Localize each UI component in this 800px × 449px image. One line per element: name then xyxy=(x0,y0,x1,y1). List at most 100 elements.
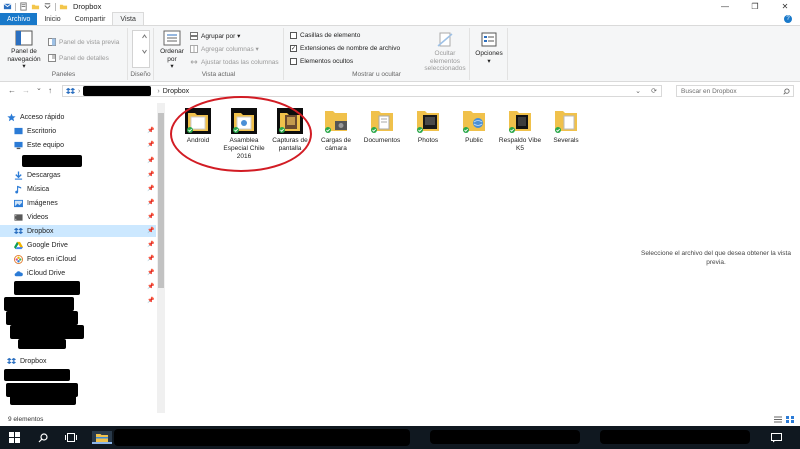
tab-vista[interactable]: Vista xyxy=(112,12,144,25)
preview-pane-button[interactable]: Panel de vista previa xyxy=(48,38,119,46)
sidebar-item-acceso-rapido[interactable]: Acceso rápido xyxy=(7,111,64,123)
folder-label: Respaldo Vibe K5 xyxy=(498,137,542,152)
add-columns-button[interactable]: Agregar columnas ▾ xyxy=(190,45,259,53)
extensions-toggle[interactable]: ✓ Extensiones de nombre de archivo xyxy=(290,45,400,52)
sidebar-item-imagenes[interactable]: Imágenes xyxy=(14,197,58,209)
add-columns-label: Agregar columnas ▾ xyxy=(201,46,259,53)
folder-respaldo[interactable]: Respaldo Vibe K5 xyxy=(498,107,542,153)
sidebar-scrollbar[interactable] xyxy=(157,103,165,415)
redacted-item xyxy=(4,297,74,311)
details-pane-button[interactable]: Panel de detalles xyxy=(48,54,109,62)
forward-button[interactable]: → xyxy=(22,86,30,95)
address-segment-dropbox[interactable]: Dropbox xyxy=(163,88,189,95)
star-icon xyxy=(7,112,16,121)
large-icons-view-icon[interactable] xyxy=(786,416,794,423)
pin-icon[interactable]: 📌 xyxy=(147,255,154,262)
hide-selected-button[interactable]: Ocultar elementos seleccionados xyxy=(422,32,468,73)
sidebar-item-escritorio[interactable]: Escritorio xyxy=(14,125,56,137)
sidebar-item-fotos-icloud[interactable]: Fotos en iCloud xyxy=(14,253,76,265)
search-button[interactable] xyxy=(36,431,49,444)
folder-icon xyxy=(555,111,577,133)
pin-icon[interactable]: 📌 xyxy=(147,241,154,248)
extensions-checkbox[interactable]: ✓ xyxy=(290,45,297,52)
tab-archivo[interactable]: Archivo xyxy=(0,13,38,25)
sidebar-item-google-drive[interactable]: Google Drive xyxy=(14,239,68,251)
tab-inicio[interactable]: Inicio xyxy=(37,13,67,25)
group-label-mostrar: Mostrar u ocultar xyxy=(352,71,401,78)
recent-locations-button[interactable]: ⌄ xyxy=(36,84,42,92)
sidebar-item-label: Descargas xyxy=(27,171,61,179)
pin-icon[interactable]: 📌 xyxy=(147,127,154,134)
dropbox-icon xyxy=(66,87,75,94)
folder-icon xyxy=(371,111,393,133)
pin-icon[interactable]: 📌 xyxy=(147,227,154,234)
pin-icon[interactable]: 📌 xyxy=(147,141,154,148)
group-label-diseno: Diseño xyxy=(130,71,151,78)
pin-icon[interactable]: 📌 xyxy=(147,269,154,276)
pin-icon[interactable]: 📌 xyxy=(147,157,154,164)
sort-by-button[interactable]: Ordenar por ▾ xyxy=(157,30,187,71)
help-icon[interactable]: ? xyxy=(784,15,792,23)
pin-icon[interactable]: 📌 xyxy=(147,199,154,206)
task-view-icon xyxy=(64,433,77,442)
item-checkboxes-checkbox[interactable] xyxy=(290,32,297,39)
back-button[interactable]: ← xyxy=(8,86,16,95)
folder-photos[interactable]: Photos xyxy=(406,107,450,145)
folder-label: Severals xyxy=(553,137,579,144)
sidebar-item-label: Google Drive xyxy=(27,241,68,249)
sidebar-item-dropbox-2[interactable]: Dropbox xyxy=(7,355,46,367)
details-pane-icon xyxy=(48,54,56,62)
fit-columns-button[interactable]: Ajustar todas las columnas xyxy=(190,58,279,66)
file-explorer-taskbar-button[interactable] xyxy=(92,431,112,444)
up-button[interactable]: ↑ xyxy=(48,86,52,95)
pin-icon[interactable]: 📌 xyxy=(147,213,154,220)
address-dropdown-icon[interactable]: ⌄ xyxy=(635,87,641,95)
group-paneles: Panel de navegación ▾ Panel de vista pre… xyxy=(0,28,128,80)
minimize-button[interactable]: — xyxy=(710,0,740,13)
folder-severals[interactable]: Severals xyxy=(544,107,588,145)
options-button[interactable]: Opciones ▾ xyxy=(472,32,506,65)
pin-icon[interactable]: 📌 xyxy=(147,297,154,304)
sidebar-item-musica[interactable]: Música xyxy=(14,183,49,195)
folder-label: Photos xyxy=(417,137,439,144)
customize-toolbar-icon[interactable] xyxy=(43,2,52,11)
task-view-button[interactable] xyxy=(64,431,77,444)
search-input[interactable]: Buscar en Dropbox xyxy=(676,85,794,97)
start-button[interactable] xyxy=(8,431,21,444)
tab-compartir[interactable]: Compartir xyxy=(68,13,113,25)
layout-scroll-icon xyxy=(142,34,147,54)
videos-icon xyxy=(14,213,23,221)
layout-gallery[interactable] xyxy=(132,30,150,68)
address-bar[interactable]: › › Dropbox ⌄ ⟳ xyxy=(62,85,662,97)
hidden-items-label: Elementos ocultos xyxy=(300,58,354,65)
sidebar-item-este-equipo[interactable]: Este equipo xyxy=(14,139,64,151)
details-view-icon[interactable] xyxy=(774,416,782,423)
hidden-items-checkbox[interactable] xyxy=(290,58,297,65)
properties-icon[interactable] xyxy=(19,2,28,11)
refresh-icon[interactable]: ⟳ xyxy=(651,87,657,95)
nav-pane-button[interactable]: Panel de navegación ▾ xyxy=(4,30,44,71)
folder-cargas-camara[interactable]: Cargas de cámara xyxy=(314,107,358,153)
group-by-button[interactable]: Agrupar por ▾ xyxy=(190,32,240,40)
pin-icon[interactable]: 📌 xyxy=(147,171,154,178)
quick-access-toolbar-icon[interactable] xyxy=(3,2,12,11)
sidebar-item-descargas[interactable]: Descargas xyxy=(14,169,60,181)
new-folder-icon[interactable] xyxy=(31,2,40,11)
sidebar-item-icloud-drive[interactable]: iCloud Drive xyxy=(14,267,65,279)
item-checkboxes-toggle[interactable]: Casillas de elemento xyxy=(290,32,360,39)
sort-by-label: Ordenar por xyxy=(160,48,184,63)
search-icon xyxy=(38,432,48,442)
sidebar-item-dropbox[interactable]: Dropbox xyxy=(0,225,156,237)
folder-documentos[interactable]: Documentos xyxy=(360,107,404,145)
maximize-button[interactable]: ❐ xyxy=(740,0,770,13)
notifications-button[interactable] xyxy=(770,431,783,444)
close-button[interactable]: ✕ xyxy=(770,0,800,13)
taskbar xyxy=(0,426,800,449)
folder-public[interactable]: Public xyxy=(452,107,496,145)
windows-logo-icon xyxy=(9,432,20,443)
pin-icon[interactable]: 📌 xyxy=(147,283,154,290)
pin-icon[interactable]: 📌 xyxy=(147,185,154,192)
hidden-items-toggle[interactable]: Elementos ocultos xyxy=(290,58,353,65)
sidebar-item-videos[interactable]: Videos xyxy=(14,211,48,223)
sidebar-scroll-thumb[interactable] xyxy=(158,113,164,288)
